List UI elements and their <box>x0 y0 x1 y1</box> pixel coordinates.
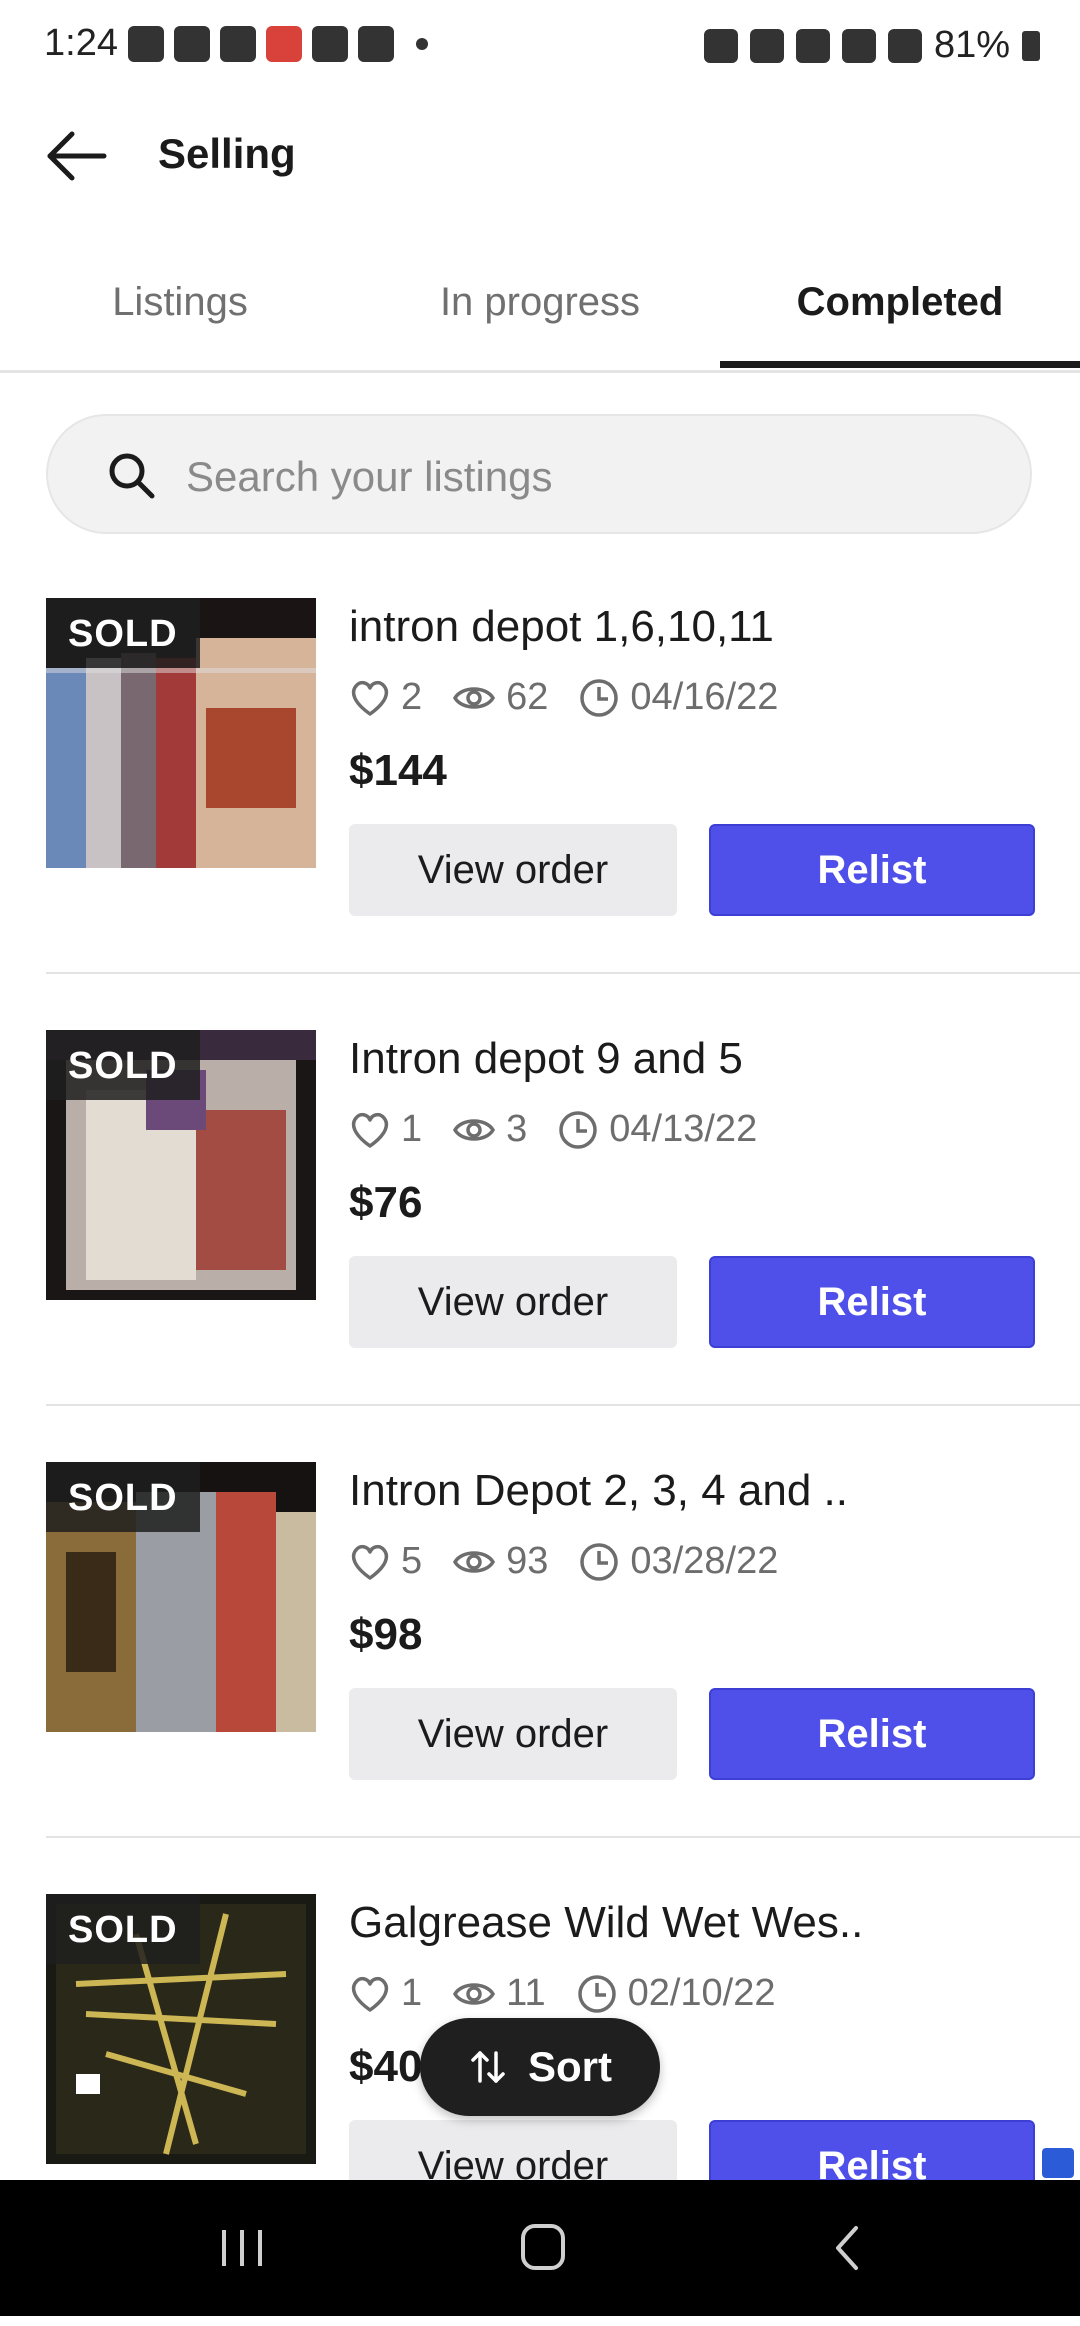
item-title[interactable]: Intron Depot 2, 3, 4 and .. <box>349 1466 848 1516</box>
home-button[interactable] <box>503 2218 583 2278</box>
heart-icon <box>351 1544 389 1580</box>
item-stats: 5 93 03/28/22 <box>349 1540 778 1583</box>
home-icon <box>521 2224 565 2270</box>
item-divider <box>46 972 1080 974</box>
view-order-button[interactable]: View order <box>349 824 677 916</box>
signal-icon <box>887 28 922 63</box>
list-item[interactable]: SOLD Intron Depot 2, 3, 4 and .. 5 93 03… <box>46 1462 1080 1894</box>
item-divider <box>46 1836 1080 1838</box>
item-title[interactable]: Intron depot 9 and 5 <box>349 1034 743 1084</box>
search-input[interactable] <box>184 438 988 516</box>
back-arrow-icon <box>47 131 107 181</box>
search-bar[interactable] <box>46 414 1032 534</box>
recents-button[interactable] <box>202 2218 282 2278</box>
item-thumbnail[interactable]: SOLD <box>46 1030 316 1300</box>
wifi-icon <box>841 28 876 63</box>
item-stats: 2 62 04/16/22 <box>349 676 778 719</box>
app-bar: Selling <box>0 110 1080 202</box>
sort-button[interactable]: Sort <box>420 2018 660 2116</box>
system-icons: 81% <box>703 24 1040 67</box>
sync-icon <box>703 28 738 63</box>
clock-icon <box>580 678 619 717</box>
notification-icon <box>174 26 210 62</box>
sold-badge: SOLD <box>46 598 200 668</box>
item-date: 03/28/22 <box>630 1540 779 1582</box>
sort-icon <box>471 2051 505 2083</box>
tab-completed[interactable]: Completed <box>720 260 1080 370</box>
eye-icon <box>453 1118 496 1141</box>
heart-icon <box>351 680 389 716</box>
eye-icon <box>453 1550 496 1573</box>
item-thumbnail[interactable]: SOLD <box>46 598 316 868</box>
tab-in-progress[interactable]: In progress <box>360 260 720 370</box>
notification-icon <box>266 26 302 62</box>
item-date: 04/13/22 <box>609 1108 758 1150</box>
item-stats: 1 3 04/13/22 <box>349 1108 757 1151</box>
view-count: 3 <box>506 1108 528 1150</box>
status-time: 1:24 <box>44 22 118 64</box>
eye-icon <box>453 686 496 709</box>
item-date: 04/16/22 <box>630 676 779 718</box>
item-stats: 1 11 02/10/22 <box>349 1972 776 2015</box>
item-price: $76 <box>349 1178 423 1227</box>
item-title[interactable]: Galgrease Wild Wet Wes.. <box>349 1898 863 1948</box>
back-nav-icon <box>836 2226 858 2270</box>
like-count: 1 <box>401 1108 423 1150</box>
like-count: 1 <box>401 1972 423 2014</box>
item-price: $40 <box>349 2042 423 2091</box>
sold-badge: SOLD <box>46 1462 200 1532</box>
item-date: 02/10/22 <box>627 1972 776 2014</box>
system-nav-bar <box>0 2180 1080 2316</box>
page-title: Selling <box>158 130 296 177</box>
active-tab-indicator <box>720 361 1080 368</box>
item-price: $144 <box>349 746 447 795</box>
tab-bar: Listings In progress Completed <box>0 260 1080 373</box>
sold-badge: SOLD <box>46 1030 200 1100</box>
more-notifications-dot-icon <box>416 38 428 50</box>
list-item[interactable]: SOLD Intron depot 9 and 5 1 3 04/13/22 $… <box>46 1030 1080 1462</box>
search-icon <box>109 453 155 499</box>
list-item[interactable]: SOLD intron depot 1,6,10,11 2 62 04/16/2… <box>46 598 1080 1030</box>
corner-badge-icon <box>1042 2148 1074 2178</box>
view-count: 62 <box>506 676 549 718</box>
battery-icon <box>1022 30 1040 61</box>
item-thumbnail[interactable]: SOLD <box>46 1462 316 1732</box>
relist-button[interactable]: Relist <box>709 1256 1035 1348</box>
heart-icon <box>351 1112 389 1148</box>
heart-icon <box>351 1976 389 2012</box>
tab-listings[interactable]: Listings <box>0 260 360 370</box>
item-thumbnail[interactable]: SOLD <box>46 1894 316 2164</box>
checkbox-icon <box>358 26 394 62</box>
item-divider <box>46 1404 1080 1406</box>
sort-label: Sort <box>528 2043 612 2090</box>
clock-icon <box>577 1974 616 2013</box>
eye-icon <box>453 1982 496 2005</box>
clock-icon <box>580 1542 619 1581</box>
sold-badge: SOLD <box>46 1894 200 1964</box>
mute-icon <box>795 28 830 63</box>
back-button[interactable] <box>42 124 112 188</box>
item-title[interactable]: intron depot 1,6,10,11 <box>349 602 774 652</box>
mail-icon <box>220 26 256 62</box>
view-order-button[interactable]: View order <box>349 1256 677 1348</box>
view-order-button[interactable]: View order <box>349 1688 677 1780</box>
view-count: 93 <box>506 1540 549 1582</box>
item-price: $98 <box>349 1610 423 1659</box>
recents-icon <box>222 2230 262 2266</box>
status-bar: 1:24 81% <box>0 0 1080 92</box>
view-count: 11 <box>506 1972 546 2014</box>
alarm-icon <box>749 28 784 63</box>
battery-level: 81% <box>933 24 1010 66</box>
carrier-icon <box>312 26 348 62</box>
notification-icon <box>128 26 164 62</box>
clock-icon <box>559 1110 598 1149</box>
relist-button[interactable]: Relist <box>709 1688 1035 1780</box>
like-count: 2 <box>401 676 423 718</box>
notification-icons <box>128 26 428 62</box>
relist-button[interactable]: Relist <box>709 824 1035 916</box>
back-nav-button[interactable] <box>808 2218 888 2278</box>
like-count: 5 <box>401 1540 423 1582</box>
